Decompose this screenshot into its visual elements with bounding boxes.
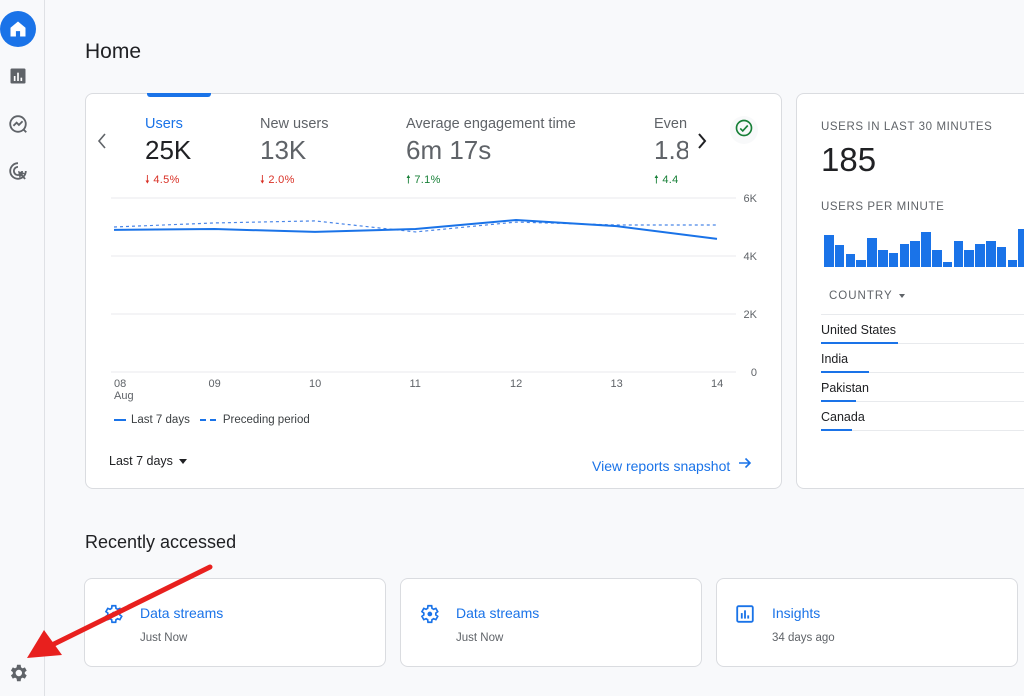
- sidebar: [0, 0, 45, 696]
- users-per-minute-bar: [964, 250, 974, 267]
- users-per-minute-bar: [888, 253, 899, 267]
- recent-item-time: 34 days ago: [772, 632, 835, 644]
- users-per-minute-bar: [942, 262, 953, 267]
- date-range-dropdown[interactable]: Last 7 days: [109, 454, 187, 468]
- users-per-minute-bar: [996, 247, 1007, 267]
- users-per-minute-bar: [986, 241, 996, 267]
- users-per-minute-bar: [856, 260, 866, 267]
- country-name: Canada: [821, 410, 865, 424]
- x-tick-label: 11: [410, 378, 421, 390]
- gear-icon: [418, 603, 440, 630]
- country-header-label: COUNTRY: [829, 290, 893, 302]
- users-per-minute-label: USERS PER MINUTE: [821, 201, 945, 213]
- x-tick-label: 09: [209, 378, 221, 390]
- nav-explore[interactable]: [0, 106, 36, 142]
- recent-item-title: Data streams: [456, 605, 540, 621]
- users-per-minute-bar: [878, 250, 888, 267]
- recent-item-data-streams[interactable]: Data streams Just Now: [84, 578, 386, 667]
- y-tick-label: 4K: [744, 251, 758, 263]
- country-row[interactable]: Canada: [821, 402, 1024, 431]
- country-row[interactable]: India: [821, 344, 1024, 373]
- legend-swatch-solid: [114, 419, 126, 421]
- home-icon: [8, 19, 28, 39]
- country-name: India: [821, 352, 849, 366]
- insights-icon: [734, 603, 756, 630]
- country-row[interactable]: United States: [821, 315, 1024, 344]
- realtime-title: USERS IN LAST 30 MINUTES: [821, 121, 993, 133]
- gear-icon: [7, 664, 29, 688]
- date-range-label: Last 7 days: [109, 454, 173, 468]
- target-cursor-icon: [7, 160, 29, 182]
- recent-item-time: Just Now: [456, 632, 504, 644]
- users-per-minute-bar: [953, 241, 964, 267]
- nav-advertising[interactable]: [0, 153, 36, 189]
- view-reports-snapshot-link[interactable]: View reports snapshot: [592, 456, 752, 475]
- users-per-minute-chart: [824, 222, 1024, 267]
- gear-icon: [102, 603, 124, 630]
- legend-swatch-dashed: [199, 419, 218, 421]
- y-tick-label: 6K: [744, 193, 758, 205]
- x-tick-label: 13: [611, 378, 623, 390]
- users-per-minute-bar: [899, 244, 910, 267]
- y-tick-label: 0: [751, 367, 757, 379]
- users-per-minute-bar: [1007, 260, 1018, 267]
- country-name: United States: [821, 323, 897, 337]
- recent-item-data-streams[interactable]: Data streams Just Now: [400, 578, 702, 667]
- users-per-minute-bar: [932, 250, 942, 267]
- country-list: United States India Pakistan Canada: [821, 314, 1024, 431]
- users-per-minute-bar: [834, 245, 845, 267]
- legend-previous: Preceding period: [222, 414, 310, 426]
- country-dimension-dropdown[interactable]: COUNTRY: [829, 290, 905, 302]
- users-line-chart: 0 2K 4K 6K 08 09 10 11 12 13 14 Aug: [111, 193, 758, 402]
- recent-item-insights[interactable]: Insights 34 days ago: [716, 578, 1018, 667]
- overview-card: Users 25K 🠗 4.5% New users 13K 🠗 2.0% Av…: [85, 93, 782, 489]
- users-per-minute-bar: [910, 241, 920, 267]
- country-share-bar: [821, 429, 852, 431]
- recent-item-title: Data streams: [140, 605, 224, 621]
- country-name: Pakistan: [821, 381, 869, 395]
- bar-chart-icon: [8, 66, 28, 86]
- caret-down-icon: [898, 294, 905, 298]
- legend-current: Last 7 days: [131, 414, 190, 426]
- x-tick-label: 12: [510, 378, 522, 390]
- recent-item-title: Insights: [772, 605, 821, 621]
- view-link-label: View reports snapshot: [592, 457, 731, 474]
- nav-home[interactable]: [0, 11, 36, 47]
- chart-legend: Last 7 days Preceding period: [114, 414, 310, 426]
- recently-accessed-title: Recently accessed: [85, 532, 237, 552]
- realtime-card: USERS IN LAST 30 MINUTES 185 USERS PER M…: [796, 93, 1024, 489]
- x-tick-sublabel: Aug: [114, 390, 134, 402]
- realtime-users-value: 185: [821, 141, 877, 178]
- nav-reports[interactable]: [0, 58, 36, 94]
- x-tick-label: 14: [711, 378, 723, 390]
- x-tick-label: 08: [114, 378, 126, 390]
- users-per-minute-bar: [867, 238, 877, 267]
- users-per-minute-bar: [921, 232, 931, 267]
- caret-down-icon: [178, 458, 187, 464]
- users-per-minute-bar: [975, 244, 985, 267]
- page-title: Home: [85, 40, 142, 63]
- arrow-right-icon: [738, 456, 752, 475]
- explore-trend-icon: [7, 113, 29, 135]
- x-tick-label: 10: [309, 378, 321, 390]
- users-per-minute-bar: [1018, 229, 1024, 267]
- users-per-minute-bar: [845, 254, 856, 267]
- settings-button[interactable]: [7, 662, 29, 689]
- country-row[interactable]: Pakistan: [821, 373, 1024, 402]
- users-per-minute-bar: [824, 235, 834, 267]
- recent-item-time: Just Now: [140, 632, 188, 644]
- y-tick-label: 2K: [744, 309, 758, 321]
